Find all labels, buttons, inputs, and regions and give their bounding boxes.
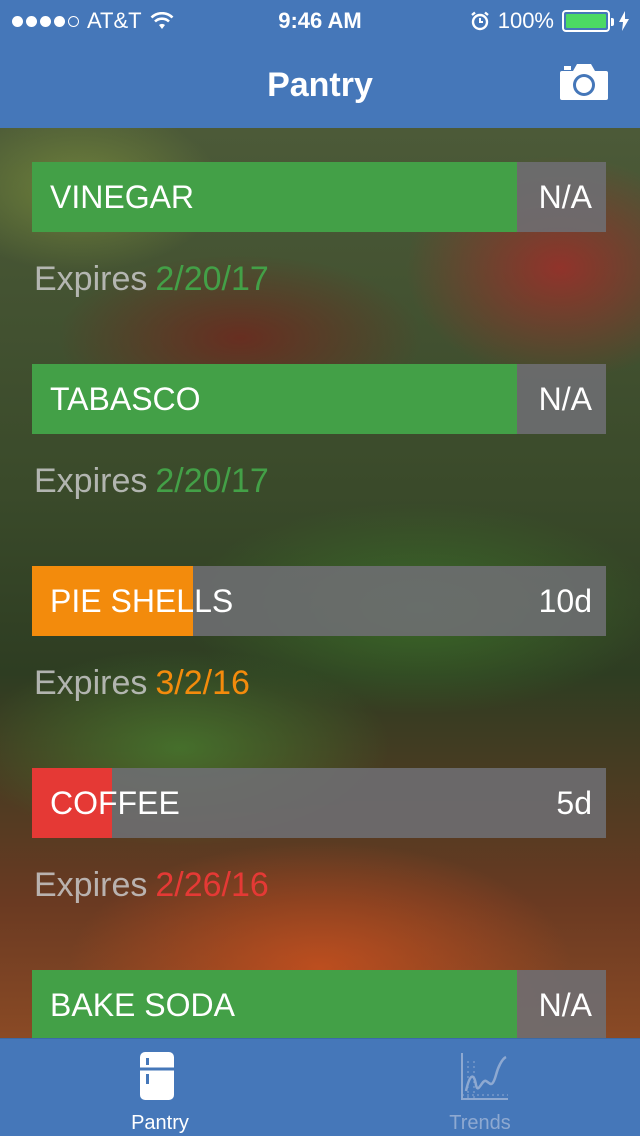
expires-date: 2/26/16 bbox=[155, 866, 269, 904]
status-right: 100% bbox=[470, 8, 630, 34]
expires-label: Expires bbox=[34, 664, 148, 702]
expires-label: Expires bbox=[34, 260, 148, 298]
expires-line: Expires 2/20/17 bbox=[34, 462, 269, 501]
expires-line: Expires 2/26/16 bbox=[34, 866, 269, 905]
expires-line: Expires 3/2/16 bbox=[34, 664, 250, 703]
charging-icon bbox=[619, 11, 629, 31]
tab-label: Trends bbox=[449, 1112, 511, 1134]
item-bar[interactable]: BAKE SODA N/A bbox=[32, 970, 606, 1038]
expires-label: Expires bbox=[34, 462, 148, 500]
tab-label: Pantry bbox=[131, 1112, 189, 1134]
expires-line: Expires 2/20/17 bbox=[34, 260, 269, 299]
camera-button[interactable] bbox=[558, 62, 610, 102]
tab-bar: Pantry Trends bbox=[0, 1038, 640, 1136]
expires-date: 2/20/17 bbox=[155, 462, 269, 500]
navigation-bar: Pantry bbox=[0, 40, 640, 128]
days-left: 5d bbox=[556, 785, 592, 821]
item-name: PIE SHELLS bbox=[50, 583, 234, 619]
pantry-item[interactable]: TABASCO N/A Expires 2/20/17 bbox=[32, 364, 606, 500]
page-title: Pantry bbox=[267, 66, 373, 104]
item-name: TABASCO bbox=[50, 381, 201, 417]
status-bar: AT&T 9:46 AM 100% bbox=[0, 0, 640, 40]
pantry-item[interactable]: PIE SHELLS 10d Expires 3/2/16 bbox=[32, 566, 606, 702]
camera-icon bbox=[560, 64, 608, 100]
pantry-item[interactable]: VINEGAR N/A Expires 2/20/17 bbox=[32, 162, 606, 298]
fridge-icon bbox=[140, 1052, 174, 1100]
days-left: 10d bbox=[538, 583, 592, 619]
chart-icon bbox=[461, 1053, 508, 1100]
item-bar[interactable]: COFFEE 5d bbox=[32, 768, 606, 838]
item-bar[interactable]: TABASCO N/A bbox=[32, 364, 606, 434]
days-left: N/A bbox=[538, 987, 592, 1023]
item-bar[interactable]: PIE SHELLS 10d bbox=[32, 566, 606, 636]
days-left: N/A bbox=[538, 179, 592, 215]
alarm-icon bbox=[470, 11, 489, 31]
expires-date: 3/2/16 bbox=[155, 664, 250, 702]
item-name: COFFEE bbox=[50, 785, 180, 821]
tab-trends[interactable]: Trends bbox=[320, 1039, 640, 1136]
battery-percent: 100% bbox=[497, 8, 554, 33]
pantry-list[interactable]: VINEGAR N/A Expires 2/20/17 TABASCO N/A E… bbox=[0, 128, 640, 1038]
tab-pantry[interactable]: Pantry bbox=[0, 1039, 320, 1136]
battery-icon bbox=[562, 10, 614, 32]
expires-date: 2/20/17 bbox=[155, 260, 269, 298]
item-bar[interactable]: VINEGAR N/A bbox=[32, 162, 606, 232]
expires-label: Expires bbox=[34, 866, 148, 904]
item-name: VINEGAR bbox=[50, 179, 195, 215]
days-left: N/A bbox=[538, 381, 592, 417]
pantry-item[interactable]: BAKE SODA N/A bbox=[32, 970, 606, 1038]
pantry-item[interactable]: COFFEE 5d Expires 2/26/16 bbox=[32, 768, 606, 904]
item-name: BAKE SODA bbox=[50, 987, 235, 1023]
